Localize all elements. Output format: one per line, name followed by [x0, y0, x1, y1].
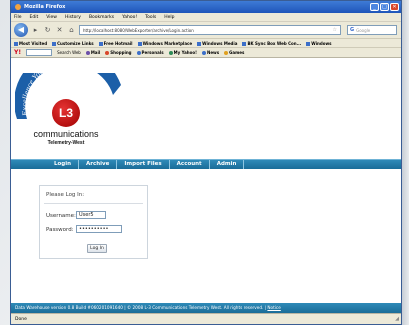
yahoo-search-input[interactable] — [26, 49, 53, 56]
tab-account[interactable]: Account — [170, 160, 210, 169]
bookmark-item[interactable]: Most Visited — [14, 41, 47, 46]
notice-link[interactable]: Notice — [267, 305, 280, 310]
yahoo-personals[interactable]: Personals — [136, 50, 164, 55]
games-icon — [224, 51, 229, 55]
footer-text: Data Warehouse version 0.8 Build #060201… — [15, 305, 267, 310]
yahoo-my-yahoo[interactable]: My Yahoo! — [168, 50, 197, 55]
title-bar: Mozilla Firefox _ □ ✕ — [11, 1, 401, 13]
address-bar[interactable]: http://localhost:8080/WebExporter/archiv… — [79, 25, 341, 35]
username-label: Username: — [46, 213, 76, 219]
search-placeholder: Google — [356, 27, 371, 33]
yahoo-search-web[interactable]: Search Web — [57, 50, 81, 55]
company-logo: Excellence You Can Measure L3 communicat… — [15, 73, 127, 151]
logo-division: Telemetry-West — [47, 140, 85, 146]
main-nav-tabs: Login Archive Import Files Account Admin — [11, 159, 401, 169]
status-bar: Done ◢ — [11, 313, 401, 324]
bookmark-item[interactable]: Windows Marketplace — [137, 41, 192, 46]
tab-login[interactable]: Login — [47, 160, 80, 169]
menu-help[interactable]: Help — [164, 15, 174, 20]
yahoo-mail[interactable]: Mail — [85, 50, 100, 55]
tab-archive[interactable]: Archive — [79, 160, 118, 169]
bookmark-item[interactable]: Free Hotmail — [98, 41, 133, 46]
bookmark-icon — [98, 41, 103, 46]
yahoo-shopping[interactable]: Shopping — [105, 50, 132, 55]
bookmarks-toolbar: Most Visited Customize Links Free Hotmai… — [11, 39, 401, 48]
login-heading: Please Log In: — [46, 192, 85, 198]
close-button[interactable]: ✕ — [390, 3, 399, 11]
menu-file[interactable]: File — [14, 15, 22, 20]
menu-tools[interactable]: Tools — [145, 15, 156, 20]
minimize-button[interactable]: _ — [370, 3, 379, 11]
shopping-icon — [105, 51, 110, 55]
yahoo-toolbar: Y! Search Web Mail Shopping Personals My… — [11, 48, 401, 58]
maximize-button[interactable]: □ — [380, 3, 389, 11]
bookmark-icon — [52, 41, 57, 46]
firefox-icon — [15, 4, 21, 10]
reload-icon[interactable]: ↻ — [43, 26, 52, 34]
forward-arrow-icon[interactable]: ▸ — [31, 26, 40, 34]
news-icon — [201, 51, 206, 55]
bookmark-item[interactable]: Customize Links — [52, 41, 94, 46]
resize-grip-icon[interactable]: ◢ — [395, 316, 399, 322]
menu-bar: File Edit View History Bookmarks Yahoo! … — [11, 13, 401, 22]
login-panel: Please Log In: Username: User5 Password:… — [39, 185, 148, 259]
logo-company-name: communications — [33, 129, 99, 139]
search-input[interactable]: G Google — [347, 25, 397, 35]
bookmark-item[interactable]: BK Sync Box Web Con... — [242, 41, 301, 46]
bookmark-icon — [242, 41, 247, 46]
username-field[interactable]: User5 — [76, 211, 106, 219]
page-content: Excellence You Can Measure L3 communicat… — [11, 71, 401, 303]
mail-icon — [85, 51, 90, 55]
navigation-toolbar: ◀ ▸ ↻ ✕ ⌂ http://localhost:8080/WebExpor… — [11, 22, 401, 39]
yahoo-news[interactable]: News — [201, 50, 219, 55]
home-icon[interactable]: ⌂ — [67, 26, 76, 34]
tab-import-files[interactable]: Import Files — [117, 160, 170, 169]
browser-window: Mozilla Firefox _ □ ✕ File Edit View His… — [10, 0, 402, 325]
google-icon: G — [350, 27, 355, 33]
back-arrow-icon[interactable]: ◀ — [14, 23, 28, 37]
menu-view[interactable]: View — [46, 15, 57, 20]
my-yahoo-icon — [168, 51, 173, 55]
password-field[interactable]: •••••••••• — [76, 225, 122, 233]
personals-icon — [136, 51, 141, 55]
bookmark-item[interactable]: Windows — [306, 41, 332, 46]
bookmark-icon — [14, 41, 18, 46]
bookmark-star-icon[interactable]: ☆ — [333, 27, 337, 33]
tab-admin[interactable]: Admin — [210, 160, 245, 169]
divider — [44, 203, 143, 204]
yahoo-logo[interactable]: Y! — [14, 49, 21, 56]
url-text: http://localhost:8080/WebExporter/archiv… — [83, 27, 194, 33]
stop-icon[interactable]: ✕ — [55, 26, 64, 34]
menu-history[interactable]: History — [65, 15, 81, 20]
password-label: Password: — [46, 227, 74, 233]
menu-yahoo[interactable]: Yahoo! — [122, 15, 137, 20]
page-footer: Data Warehouse version 0.8 Build #060201… — [11, 303, 401, 313]
bookmark-icon — [197, 41, 202, 46]
login-button[interactable]: Log In — [87, 244, 107, 253]
menu-bookmarks[interactable]: Bookmarks — [89, 15, 114, 20]
l3-badge: L3 — [52, 99, 80, 127]
bookmark-item[interactable]: Windows Media — [197, 41, 237, 46]
bookmark-icon — [306, 41, 311, 46]
yahoo-games[interactable]: Games — [224, 50, 244, 55]
background-edge — [402, 0, 409, 325]
bookmark-icon — [137, 41, 142, 46]
status-text: Done — [15, 316, 27, 322]
menu-edit[interactable]: Edit — [30, 15, 39, 20]
window-controls: _ □ ✕ — [370, 3, 401, 11]
window-title: Mozilla Firefox — [24, 4, 66, 10]
